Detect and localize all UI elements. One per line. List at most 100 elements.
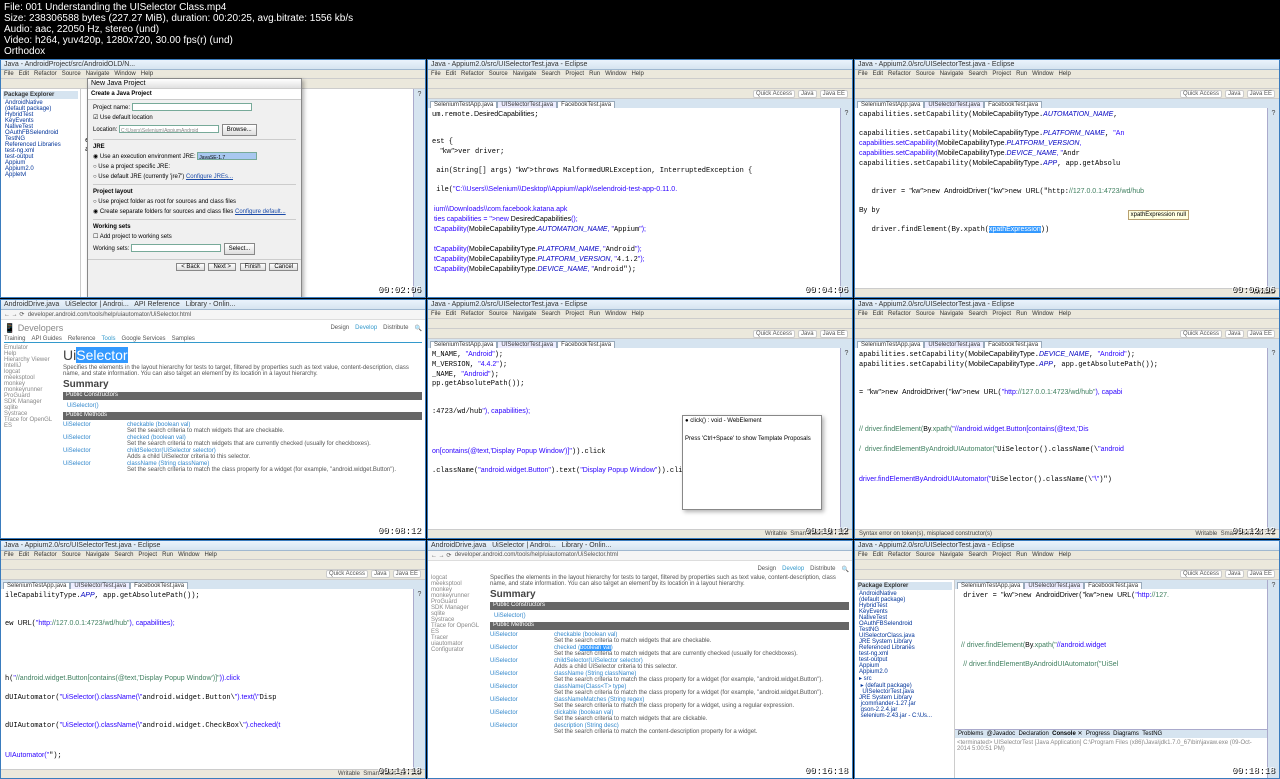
editor-tabs[interactable]: SeleniumTestApp.javaUISelectorTest.javaF… [855,99,1279,108]
right-strip: ? [1267,108,1279,288]
menu-item[interactable]: Source [62,71,81,77]
package-explorer[interactable]: Package Explorer AndroidNative (default … [1,89,81,297]
jre-specific[interactable]: Use a project specific JRE: [98,164,170,170]
new-java-project-dialog[interactable]: New Java Project Create a Java Project P… [87,78,302,298]
location-label: Location: [93,127,117,133]
code-hint: xpathExpression null [1128,210,1189,220]
window-title: Java - Appium2.0/src/UISelectorTest.java… [855,300,1279,310]
menu-item[interactable]: Edit [19,71,29,77]
sub-nav[interactable]: TrainingAPI GuidesReferenceToolsGoogle S… [4,336,422,343]
editor[interactable]: apabilities.setCapability(MobileCapabili… [855,348,1267,528]
window-title: Java - Appium2.0/src/UISelectorTest.java… [1,541,425,551]
extra-line: Orthodox [4,46,1276,57]
menu-bar[interactable]: FileEditRefactorSourceNavigateSearchProj… [428,310,852,319]
configure-jres-link[interactable]: Configure JREs... [186,174,233,180]
help-icon[interactable]: ? [418,91,422,98]
toolbar[interactable] [855,79,1279,89]
menu-bar[interactable]: FileEditRefactorSourceNavigateSearchProj… [855,70,1279,79]
next-button[interactable]: Next > [208,263,236,271]
doc-desc: Specifies the elements in the layout hie… [63,365,422,377]
timestamp: 00:08:12 [378,526,421,536]
project-name-input[interactable] [132,103,252,111]
timestamp: 00:14:18 [378,766,421,776]
main-nav[interactable]: DesignDevelopDistribute🔍 [330,325,422,332]
timestamp: 00:16:18 [805,766,848,776]
layout-section: Project layout [93,189,133,195]
quick-access-bar[interactable]: Quick AccessJavaJava EE [855,89,1279,99]
layout-separate[interactable]: Create separate folders for sources and … [100,209,233,215]
browse-button[interactable]: Browse... [222,124,257,136]
timestamp: 00:18:18 [1232,766,1275,776]
browser-title: AndroidDrive.java UiSelector | Androi...… [428,541,852,551]
menu-item[interactable]: File [4,71,14,77]
console-view[interactable]: <terminated> UISelectorTest [Java Applic… [955,738,1267,778]
package-explorer-title: Package Explorer [3,91,78,99]
content-assist-popup[interactable]: ● click() : void - WebElement Press 'Ctr… [682,415,822,510]
timestamp: 00:02:06 [378,285,421,295]
project-name-label: Project name: [93,105,130,111]
timestamp: 00:10:12 [805,526,848,536]
right-strip: ? [413,89,425,297]
toolbar[interactable] [428,79,852,89]
window-title: Java - Appium2.0/src/UISelectorTest.java… [428,300,852,310]
menu-item[interactable]: Help [141,71,153,77]
configure-default-link[interactable]: Configure default... [235,209,286,215]
editor[interactable]: ileCapabilityType.APP, app.getAbsolutePa… [1,589,413,769]
section-public-methods: Public Methods [63,412,422,420]
menu-item[interactable]: Navigate [86,71,110,77]
thumb-3: Java - Appium2.0/src/UISelectorTest.java… [854,59,1280,298]
audio-line: Audio: aac, 22050 Hz, stereo (und) [4,24,1276,35]
thumb-5: Java - Appium2.0/src/UISelectorTest.java… [427,299,853,538]
address-bar[interactable]: ← → ⟳ developer.android.com/tools/help/u… [1,310,425,320]
help-icon[interactable]: ? [1272,110,1276,117]
menu-bar[interactable]: FileEditRefactorSourceNavigateSearchProj… [428,70,852,79]
timestamp: 00:12:12 [1232,526,1275,536]
brand: 📱 Developers [4,323,63,334]
timestamp: 00:06:06 [1232,285,1275,295]
doc-page[interactable]: 📱 Developers DesignDevelopDistribute🔍 Tr… [1,320,425,537]
package-explorer[interactable]: Package Explorer AndroidNative (default … [855,580,955,778]
views-tabs[interactable]: Problems @Javadoc Declaration Console ✕ … [955,729,1267,738]
editor[interactable]: capabilities.setCapability(MobileCapabil… [855,108,1267,288]
thumb-8: AndroidDrive.java UiSelector | Androi...… [427,540,853,779]
quick-access-bar[interactable]: Quick AccessJavaJava EE [428,89,852,99]
window-title: Java - Appium2.0/src/UISelectorTest.java… [855,541,1279,551]
layout-root[interactable]: Use project folder as root for sources a… [98,199,236,205]
editor[interactable]: driver = "kw">new AndroidDriver("kw">new… [955,589,1267,729]
thumb-1: Java - AndroidProject/src/AndroidOLD/N..… [0,59,426,298]
thumb-4: AndroidDrive.java UiSelector | Androi...… [0,299,426,538]
section-public-constructors: Public Constructors [63,392,422,400]
editor-tabs[interactable]: SeleniumTestApp.javaUISelectorTest.javaF… [428,99,852,108]
select-button[interactable]: Select... [224,243,256,255]
ws-section: Working sets [93,224,131,230]
window-title: Java - Appium2.0/src/UISelectorTest.java… [428,60,852,70]
ws-label: Working sets: [93,246,129,252]
help-icon[interactable]: ? [845,110,849,117]
doc-page[interactable]: DesignDevelopDistribute🔍 logcatmeeksptoo… [428,561,852,778]
ws-input[interactable] [131,244,221,252]
editor[interactable]: um.remote.DesiredCapabilities; est { "kw… [428,108,840,297]
tree-item[interactable]: Appletvl [3,172,78,178]
doc-side-nav[interactable]: EmulatorHelpHierarchy ViewerIntelliJlogc… [4,345,59,474]
ws-add[interactable]: Add project to working sets [100,234,172,240]
window-title: Java - Appium2.0/src/UISelectorTest.java… [855,60,1279,70]
cancel-button[interactable]: Cancel [269,263,298,271]
doc-summary: Summary [63,379,422,390]
video-line: Video: h264, yuv420p, 1280x720, 30.00 fp… [4,35,1276,46]
thumb-6: Java - Appium2.0/src/UISelectorTest.java… [854,299,1280,538]
jre-env[interactable]: Use an execution environment JRE: [100,154,196,160]
doc-side-nav[interactable]: logcatmeeksptoolmonkeymonkeyrunnerProGua… [431,575,486,736]
use-default-location[interactable]: Use default location [100,115,153,121]
status-bar: Writable [855,288,1279,297]
toolbar[interactable] [428,319,852,329]
back-button[interactable]: < Back [176,263,205,271]
jre-default[interactable]: Use default JRE (currently 'jre7') [98,174,184,180]
jre-env-select[interactable]: JavaSE-1.7 [197,152,257,160]
thumb-9: Java - Appium2.0/src/UISelectorTest.java… [854,540,1280,779]
menu-item[interactable]: Refactor [34,71,57,77]
location-input[interactable]: C:\Users\Selenium\AppiumAndroid [119,125,219,133]
file-line: File: 001 Understanding the UISelector C… [4,2,1276,13]
menu-item[interactable]: Window [114,71,135,77]
finish-button[interactable]: Finish [240,263,266,271]
dialog-title: New Java Project [88,79,301,89]
